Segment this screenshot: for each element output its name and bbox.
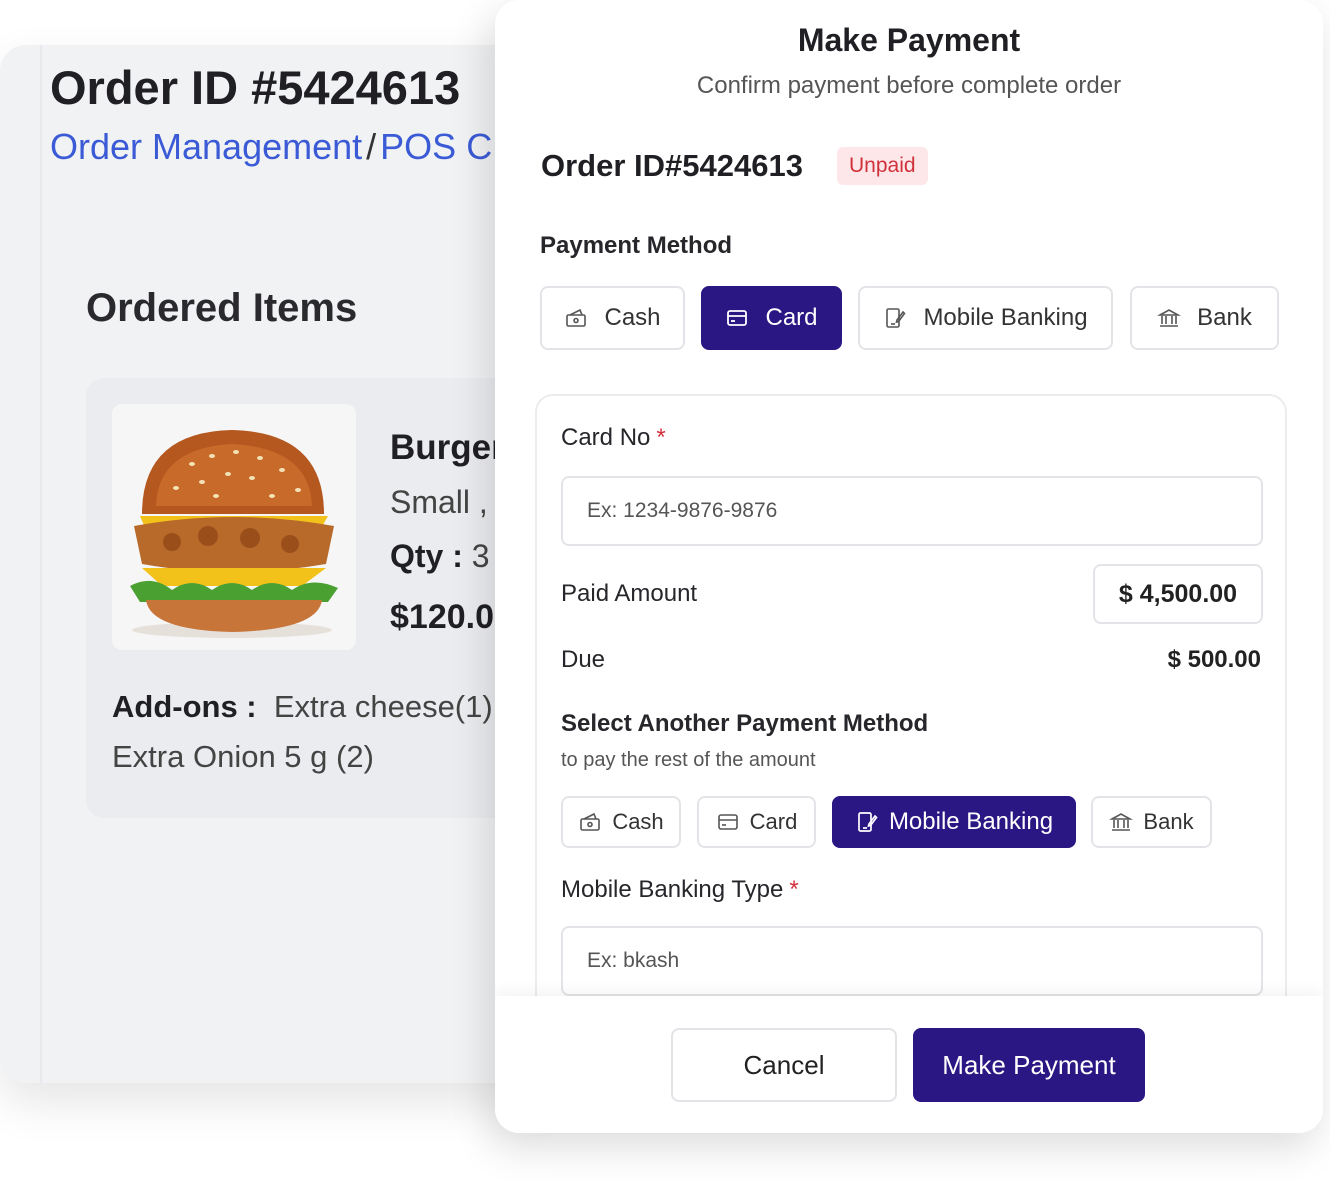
breadcrumb-link-order-management[interactable]: Order Management: [50, 126, 362, 167]
modal-subtitle: Confirm payment before complete order: [696, 72, 1122, 99]
another-method-title: Select Another Payment Method: [561, 710, 929, 737]
cash-icon: [580, 812, 601, 831]
card-icon: [717, 814, 738, 830]
modal-title: Make Payment: [797, 22, 1021, 58]
paid-amount-label: Paid Amount: [561, 580, 698, 607]
required-mark: *: [789, 876, 799, 903]
payment-method-label-bank: Bank: [1197, 304, 1252, 331]
secondary-method-label-mobile-banking: Mobile Banking: [888, 808, 1054, 835]
ordered-items-heading: Ordered Items: [86, 286, 358, 330]
make-payment-button[interactable]: Make Payment: [913, 1028, 1145, 1102]
payment-method-card-button[interactable]: Card: [701, 286, 842, 350]
breadcrumb-link-pos[interactable]: POS C: [380, 126, 492, 167]
required-mark: *: [656, 424, 666, 451]
mobile-banking-type-label: Mobile Banking Type *: [561, 876, 799, 903]
card-payment-form: Card No * Ex: 1234-9876-9876 Paid Amount …: [535, 394, 1287, 1054]
item-name: Burger: [390, 428, 505, 467]
payment-method-cash-button[interactable]: Cash: [540, 286, 685, 350]
secondary-method-label-cash: Cash: [612, 809, 664, 834]
card-no-label: Card No *: [561, 424, 666, 451]
payment-method-mobile-banking-button[interactable]: Mobile Banking: [858, 286, 1113, 350]
payment-method-bank-button[interactable]: Bank: [1130, 286, 1279, 350]
page-title: Order ID #5424613: [50, 61, 461, 114]
addons-line1: Extra cheese(1),: [273, 689, 502, 724]
secondary-method-cash-button[interactable]: Cash: [561, 796, 681, 848]
due-label: Due: [561, 646, 606, 673]
due-value: $ 500.00: [1167, 646, 1261, 673]
breadcrumb-separator: /: [366, 126, 377, 167]
cash-icon: [566, 308, 587, 327]
status-badge: Unpaid: [837, 147, 928, 185]
secondary-method-mobile-banking-button[interactable]: Mobile Banking: [832, 796, 1076, 848]
make-payment-modal: Make Payment Confirm payment before comp…: [495, 0, 1323, 1133]
modal-order-id: Order ID#5424613: [541, 148, 803, 183]
mobile-banking-icon: [886, 308, 906, 328]
another-method-subtitle: to pay the rest of the amount: [561, 749, 816, 771]
bank-icon: [1157, 309, 1182, 327]
payment-method-label-card: Card: [765, 304, 818, 331]
sidebar-divider: [40, 45, 42, 1083]
secondary-method-label-bank: Bank: [1143, 809, 1194, 834]
cancel-button[interactable]: Cancel: [671, 1028, 897, 1102]
payment-method-label-mobile-banking: Mobile Banking: [923, 304, 1088, 331]
card-no-input[interactable]: Ex: 1234-9876-9876: [561, 476, 1263, 546]
item-addons: Add-ons : Extra cheese(1), Extra Onion 5…: [112, 682, 501, 782]
secondary-method-card-button[interactable]: Card: [697, 796, 816, 848]
breadcrumb: Order Management / POS C: [50, 126, 492, 168]
qty-value: 3: [471, 538, 490, 574]
addons-line2: Extra Onion 5 g (2): [112, 739, 374, 774]
item-variant: Small ,: [390, 484, 488, 520]
mobile-banking-icon: [858, 812, 878, 832]
secondary-method-label-card: Card: [749, 809, 798, 834]
burger-image: [112, 404, 356, 650]
secondary-method-bank-button[interactable]: Bank: [1091, 796, 1212, 848]
item-price: $120.0: [390, 598, 494, 636]
payment-method-label-cash: Cash: [604, 304, 661, 331]
addons-label: Add-ons :: [112, 689, 257, 724]
bank-icon: [1109, 813, 1134, 831]
modal-footer: Cancel Make Payment: [495, 996, 1323, 1133]
mobile-banking-type-input[interactable]: Ex: bkash: [561, 926, 1263, 996]
paid-amount-input[interactable]: $ 4,500.00: [1093, 564, 1263, 624]
item-quantity: Qty : 3: [390, 538, 490, 575]
qty-label: Qty :: [390, 538, 463, 574]
card-icon: [727, 310, 748, 326]
payment-method-label: Payment Method: [540, 232, 733, 259]
